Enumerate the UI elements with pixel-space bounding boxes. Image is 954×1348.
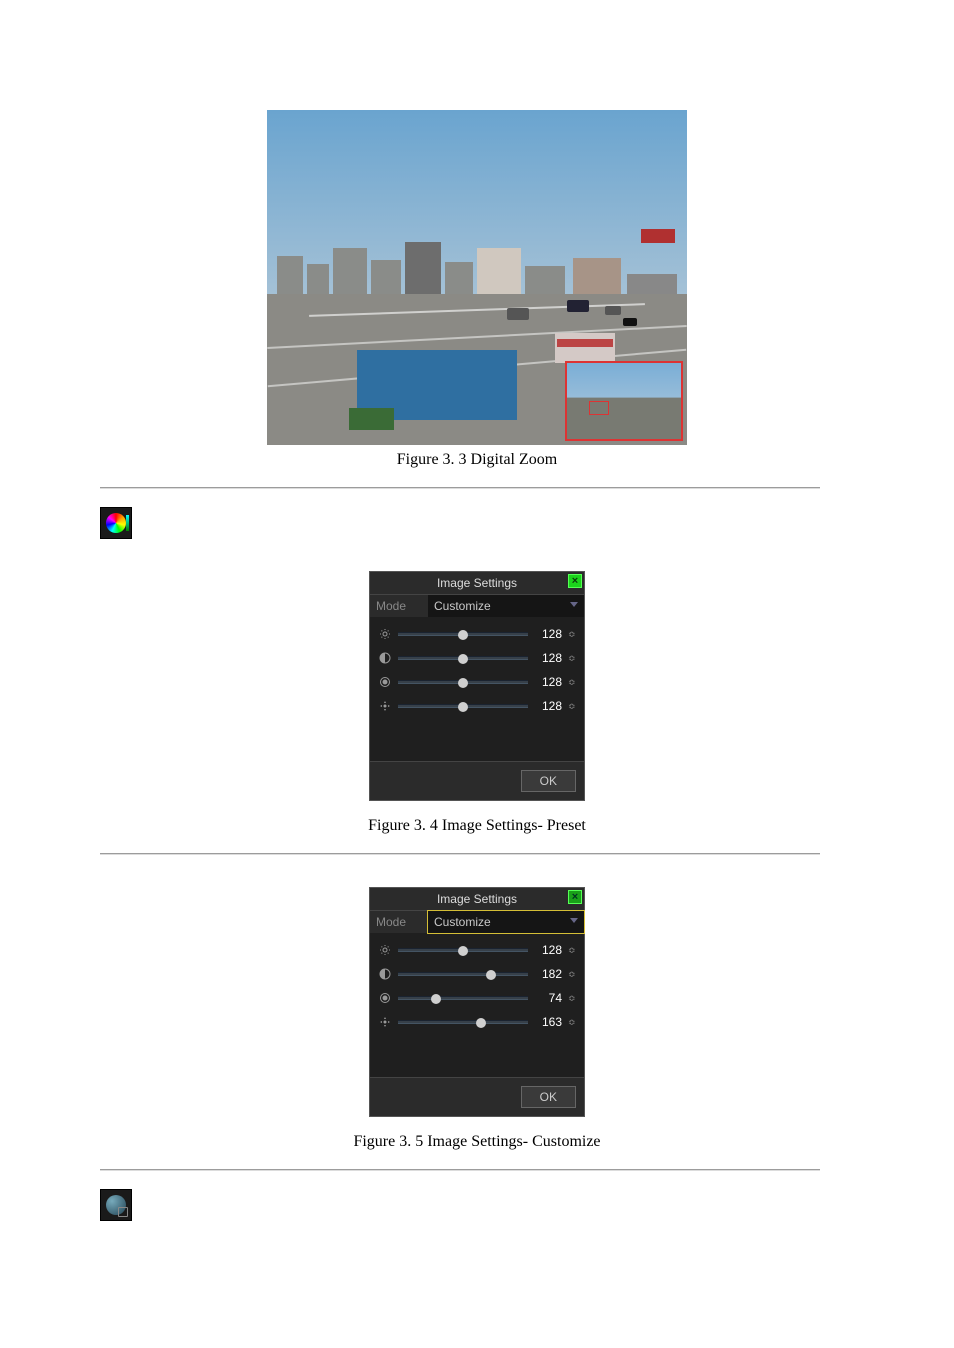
brightness-icon — [378, 627, 392, 641]
saturation-slider[interactable] — [398, 996, 528, 1000]
contrast-icon — [378, 967, 392, 981]
hue-value: 128 — [534, 699, 562, 713]
brightness-value: 128 — [534, 943, 562, 957]
brightness-slider[interactable] — [398, 632, 528, 636]
figure-caption: Figure 3. 5 Image Settings- Customize — [353, 1133, 600, 1151]
contrast-value: 128 — [534, 651, 562, 665]
hue-slider[interactable] — [398, 1020, 528, 1024]
chevron-down-icon — [570, 602, 578, 607]
contrast-slider[interactable] — [398, 656, 528, 660]
spinner-icon[interactable]: ≎ — [568, 629, 576, 640]
brightness-value: 128 — [534, 627, 562, 641]
figure-caption: Figure 3. 4 Image Settings- Preset — [368, 817, 586, 835]
panel-spacer — [370, 1041, 584, 1077]
spinner-icon[interactable]: ≎ — [568, 993, 576, 1004]
ok-button[interactable]: OK — [521, 1086, 576, 1108]
chevron-down-icon — [570, 918, 578, 923]
saturation-icon — [378, 675, 392, 689]
spinner-icon[interactable]: ≎ — [568, 701, 576, 712]
separator — [100, 853, 820, 855]
mode-select[interactable]: Customize — [428, 595, 584, 617]
panel-title: Image Settings — [437, 576, 517, 590]
separator — [100, 487, 820, 489]
bus — [555, 333, 615, 363]
panel-title-bar: Image Settings × — [370, 888, 584, 910]
mode-label: Mode — [370, 911, 428, 933]
spinner-icon[interactable]: ≎ — [568, 1017, 576, 1028]
mode-select[interactable]: Customize — [428, 911, 584, 933]
figure-caption: Figure 3. 3 Digital Zoom — [397, 451, 557, 469]
mode-select-value: Customize — [434, 915, 491, 929]
image-settings-icon[interactable] — [100, 507, 132, 539]
zoom-region-box — [589, 401, 609, 415]
spinner-icon[interactable]: ≎ — [568, 677, 576, 688]
brightness-icon — [378, 943, 392, 957]
saturation-icon — [378, 991, 392, 1005]
contrast-icon — [378, 651, 392, 665]
camera-ball-icon — [106, 1195, 126, 1215]
saturation-value: 128 — [534, 675, 562, 689]
spinner-icon[interactable]: ≎ — [568, 969, 576, 980]
hue-icon — [378, 699, 392, 713]
hue-icon — [378, 1015, 392, 1029]
image-settings-panel-preset: Image Settings × Mode Customize 128 ≎ — [369, 571, 585, 801]
contrast-value: 182 — [534, 967, 562, 981]
separator — [100, 1169, 820, 1171]
close-icon[interactable]: × — [568, 890, 582, 904]
spinner-icon[interactable]: ≎ — [568, 945, 576, 956]
saturation-slider[interactable] — [398, 680, 528, 684]
truck — [357, 350, 517, 420]
saturation-value: 74 — [534, 991, 562, 1005]
digital-zoom-preview — [267, 110, 687, 445]
panel-title: Image Settings — [437, 892, 517, 906]
hue-value: 163 — [534, 1015, 562, 1029]
digital-zoom-pip — [565, 361, 683, 441]
spinner-icon[interactable]: ≎ — [568, 653, 576, 664]
ok-button[interactable]: OK — [521, 770, 576, 792]
panel-title-bar: Image Settings × — [370, 572, 584, 594]
mode-select-value: Customize — [434, 599, 491, 613]
color-wheel-icon — [106, 513, 126, 533]
mode-label: Mode — [370, 595, 428, 617]
image-settings-panel-customize: Image Settings × Mode Customize 128 ≎ — [369, 887, 585, 1117]
ptz-control-icon[interactable] — [100, 1189, 132, 1221]
hue-slider[interactable] — [398, 704, 528, 708]
close-icon[interactable]: × — [568, 574, 582, 588]
buildings — [267, 237, 687, 294]
contrast-slider[interactable] — [398, 972, 528, 976]
brightness-slider[interactable] — [398, 948, 528, 952]
panel-spacer — [370, 725, 584, 761]
